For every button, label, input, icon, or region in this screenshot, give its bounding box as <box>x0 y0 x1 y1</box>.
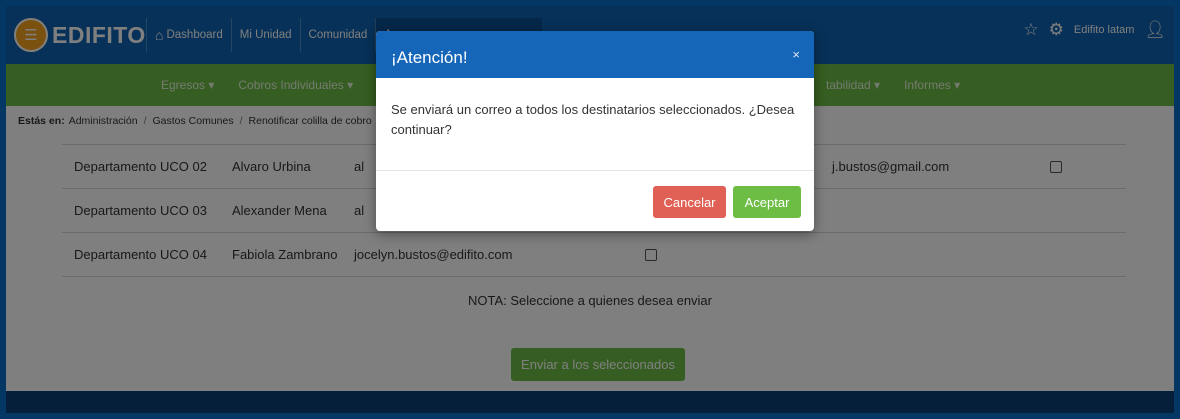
modal-header: ¡Atención! × <box>376 31 814 78</box>
accept-button[interactable]: Aceptar <box>733 186 801 218</box>
modal-body: Se enviará un correo a todos los destina… <box>376 78 814 171</box>
confirm-modal: ¡Atención! × Se enviará un correo a todo… <box>376 31 814 231</box>
modal-footer: Cancelar Aceptar <box>376 171 814 231</box>
modal-title: ¡Atención! <box>391 48 468 67</box>
modal-message: Se enviará un correo a todos los destina… <box>391 102 795 137</box>
close-icon[interactable]: × <box>792 47 800 62</box>
cancel-button[interactable]: Cancelar <box>653 186 726 218</box>
